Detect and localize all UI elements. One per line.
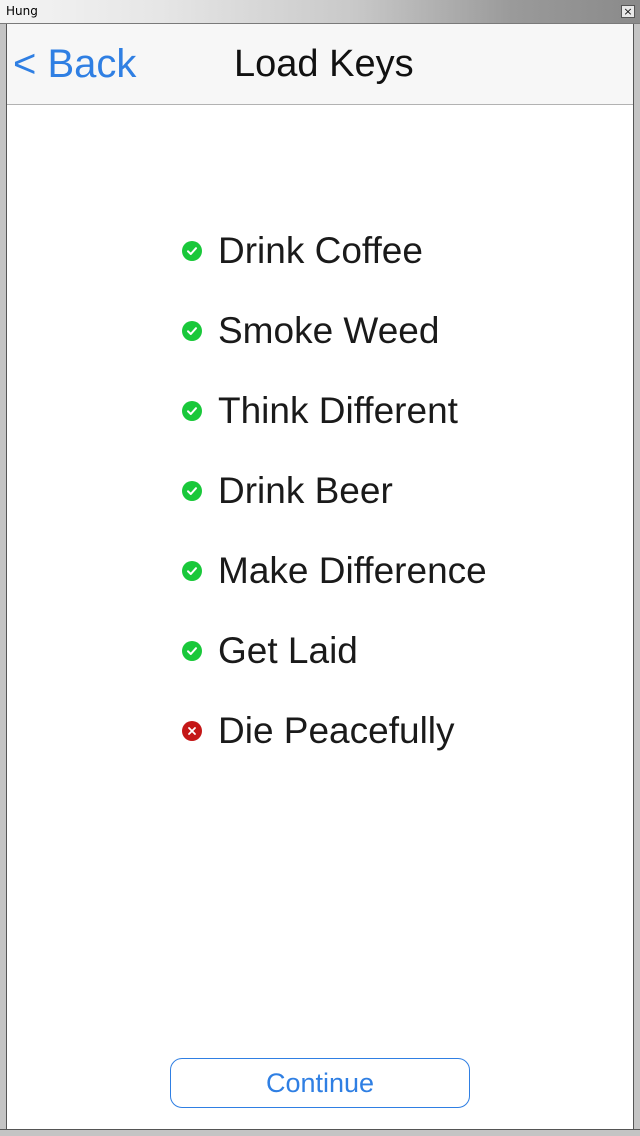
window-frame-right xyxy=(633,24,640,1136)
check-icon xyxy=(182,401,202,421)
page-title: Load Keys xyxy=(234,43,414,85)
list-item: Make Difference xyxy=(182,550,582,630)
list-item-label: Die Peacefully xyxy=(218,710,455,751)
list-item-label: Get Laid xyxy=(218,630,358,671)
check-icon xyxy=(182,641,202,661)
continue-button[interactable]: Continue xyxy=(170,1058,470,1108)
app-screen: < Back Load Keys Drink Coffee Smoke Weed… xyxy=(7,24,633,1129)
list-item-label: Smoke Weed xyxy=(218,310,440,351)
list-item: Smoke Weed xyxy=(182,310,582,390)
window-close-button[interactable]: × xyxy=(621,5,635,18)
key-checklist: Drink Coffee Smoke Weed Think Different … xyxy=(182,230,582,790)
list-item: Die Peacefully xyxy=(182,710,582,790)
list-item-label: Think Different xyxy=(218,390,458,431)
check-icon xyxy=(182,481,202,501)
list-item: Drink Beer xyxy=(182,470,582,550)
list-item: Drink Coffee xyxy=(182,230,582,310)
list-item-label: Drink Beer xyxy=(218,470,393,511)
window-frame-left xyxy=(0,24,7,1136)
check-icon xyxy=(182,561,202,581)
list-item-label: Make Difference xyxy=(218,550,487,591)
list-item: Get Laid xyxy=(182,630,582,710)
window-frame-bottom xyxy=(0,1129,640,1136)
x-icon xyxy=(182,721,202,741)
list-item-label: Drink Coffee xyxy=(218,230,423,271)
check-icon xyxy=(182,241,202,261)
back-button[interactable]: < Back xyxy=(13,42,136,86)
window-titlebar: Hung × xyxy=(0,0,640,24)
check-icon xyxy=(182,321,202,341)
navigation-bar: < Back Load Keys xyxy=(7,24,633,105)
list-item: Think Different xyxy=(182,390,582,470)
window-title: Hung xyxy=(6,4,38,18)
